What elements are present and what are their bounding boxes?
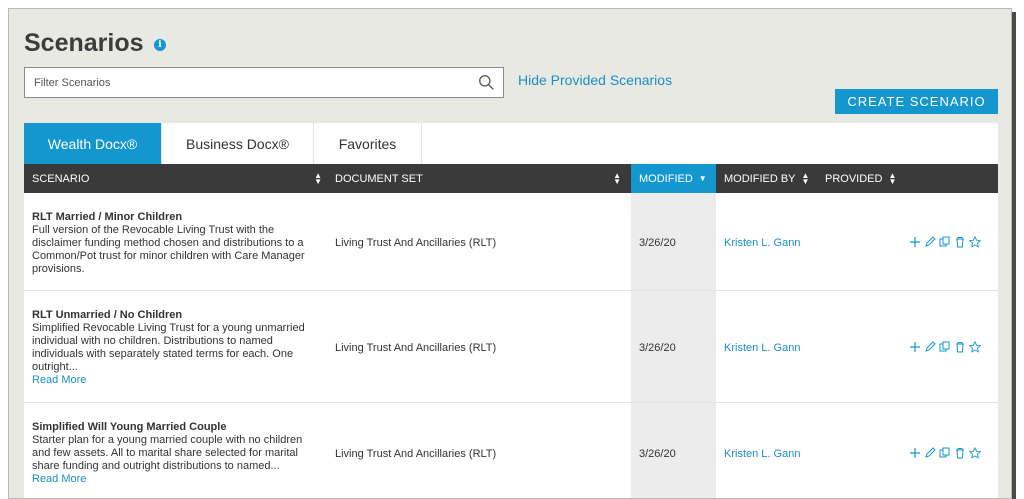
- description-line: Common/Pot trust for minor children with…: [32, 250, 305, 262]
- scenario-title[interactable]: RLT Married / Minor Children: [32, 211, 317, 224]
- sort-icon[interactable]: ▲ ▼: [613, 171, 621, 185]
- delete-icon[interactable]: [954, 236, 966, 248]
- sort-icon[interactable]: ▲ ▼: [802, 171, 810, 185]
- column-label: PROVIDED: [825, 172, 883, 185]
- table-row[interactable]: RLT Unmarried / No Children Simplified R…: [24, 291, 998, 403]
- sort-descending-icon[interactable]: ▼: [699, 174, 707, 183]
- description-line: individuals with separately stated terms…: [32, 348, 294, 360]
- add-icon[interactable]: [909, 341, 921, 353]
- row-actions: [909, 447, 981, 459]
- description-line: Starter plan for a young married couple …: [32, 434, 303, 446]
- scenario-cell: Simplified Will Young Married Couple Sta…: [32, 421, 317, 486]
- modified-by-link[interactable]: Kristen L. Gann: [724, 237, 800, 250]
- filter-box: [24, 67, 504, 98]
- copy-icon[interactable]: [939, 341, 951, 353]
- page-title: Scenarios: [24, 29, 144, 57]
- create-scenario-button[interactable]: CREATE SCENARIO: [835, 89, 998, 114]
- filter-scenarios-input[interactable]: [25, 68, 465, 97]
- description-line: provisions.: [32, 263, 85, 275]
- row-actions: [909, 236, 981, 248]
- favorite-star-icon[interactable]: [969, 341, 981, 353]
- add-icon[interactable]: [909, 236, 921, 248]
- tab-favorites[interactable]: Favorites: [314, 123, 422, 164]
- edit-icon[interactable]: [924, 447, 936, 459]
- tab-wealth-docx[interactable]: Wealth Docx®: [24, 123, 162, 170]
- favorite-star-icon[interactable]: [969, 236, 981, 248]
- document-set-cell: Living Trust And Ancillaries (RLT): [335, 342, 497, 354]
- info-icon[interactable]: i: [154, 39, 166, 51]
- scenario-description: Full version of the Revocable Living Tru…: [32, 224, 317, 276]
- search-icon[interactable]: [478, 74, 495, 91]
- tab-business-docx[interactable]: Business Docx®: [162, 123, 314, 164]
- description-line: Simplified Revocable Living Trust for a …: [32, 322, 305, 334]
- favorite-star-icon[interactable]: [969, 447, 981, 459]
- edit-icon[interactable]: [924, 236, 936, 248]
- row-actions: [909, 341, 981, 353]
- scenario-title[interactable]: RLT Unmarried / No Children: [32, 309, 317, 322]
- add-icon[interactable]: [909, 447, 921, 459]
- copy-icon[interactable]: [939, 236, 951, 248]
- description-line: individual with no children. Distributio…: [32, 335, 273, 347]
- scenarios-panel: Wealth Docx® Business Docx® Favorites SC…: [24, 123, 998, 498]
- table-header: SCENARIO ▲ ▼ DOCUMENT SET ▲ ▼ MODIFIED ▼ M…: [24, 164, 998, 193]
- document-set-cell: Living Trust And Ancillaries (RLT): [335, 448, 497, 460]
- column-label: MODIFIED: [639, 172, 693, 185]
- scenario-description: Starter plan for a young married couple …: [32, 434, 317, 473]
- description-line: disclaimer funding method chosen and dis…: [32, 237, 304, 249]
- delete-icon[interactable]: [954, 447, 966, 459]
- modified-cell: 3/26/20: [639, 448, 676, 460]
- edit-icon[interactable]: [924, 341, 936, 353]
- read-more-link[interactable]: Read More: [32, 374, 317, 387]
- description-line: share funding and outright distributions…: [32, 460, 280, 472]
- table-row[interactable]: Simplified Will Young Married Couple Sta…: [24, 403, 998, 498]
- modified-by-link[interactable]: Kristen L. Gann: [724, 448, 800, 461]
- copy-icon[interactable]: [939, 447, 951, 459]
- scenario-cell: RLT Unmarried / No Children Simplified R…: [32, 309, 317, 387]
- scenario-title[interactable]: Simplified Will Young Married Couple: [32, 421, 317, 434]
- description-line: and few assets. All to marital share sel…: [32, 447, 298, 459]
- scenario-cell: RLT Married / Minor Children Full versio…: [32, 211, 317, 276]
- column-header-modified-by[interactable]: MODIFIED BY ▲ ▼: [724, 164, 814, 193]
- read-more-link[interactable]: Read More: [32, 473, 317, 486]
- column-header-provided[interactable]: PROVIDED ▲ ▼: [825, 164, 905, 193]
- modified-cell: 3/26/20: [639, 342, 676, 354]
- document-set-cell: Living Trust And Ancillaries (RLT): [335, 237, 497, 249]
- modified-cell: 3/26/20: [639, 237, 676, 249]
- column-header-scenario[interactable]: SCENARIO ▲ ▼: [32, 164, 322, 193]
- column-header-document-set[interactable]: DOCUMENT SET ▲ ▼: [335, 164, 621, 193]
- scenario-description: Simplified Revocable Living Trust for a …: [32, 322, 317, 374]
- tab-bar: Wealth Docx® Business Docx® Favorites: [24, 123, 422, 170]
- modified-by-link[interactable]: Kristen L. Gann: [724, 342, 800, 355]
- column-label: DOCUMENT SET: [335, 172, 423, 185]
- delete-icon[interactable]: [954, 341, 966, 353]
- description-line: Full version of the Revocable Living Tru…: [32, 224, 275, 236]
- column-label: MODIFIED BY: [724, 172, 796, 185]
- app-frame: Scenarios i Hide Provided Scenarios CREA…: [8, 8, 1012, 499]
- sort-icon[interactable]: ▲ ▼: [314, 171, 322, 185]
- description-line: outright...: [32, 361, 78, 373]
- column-header-modified[interactable]: MODIFIED ▼: [631, 164, 716, 193]
- sort-icon[interactable]: ▲ ▼: [888, 171, 896, 185]
- table-row[interactable]: RLT Married / Minor Children Full versio…: [24, 193, 998, 291]
- hide-provided-scenarios-link[interactable]: Hide Provided Scenarios: [518, 72, 672, 88]
- column-label: SCENARIO: [32, 172, 90, 185]
